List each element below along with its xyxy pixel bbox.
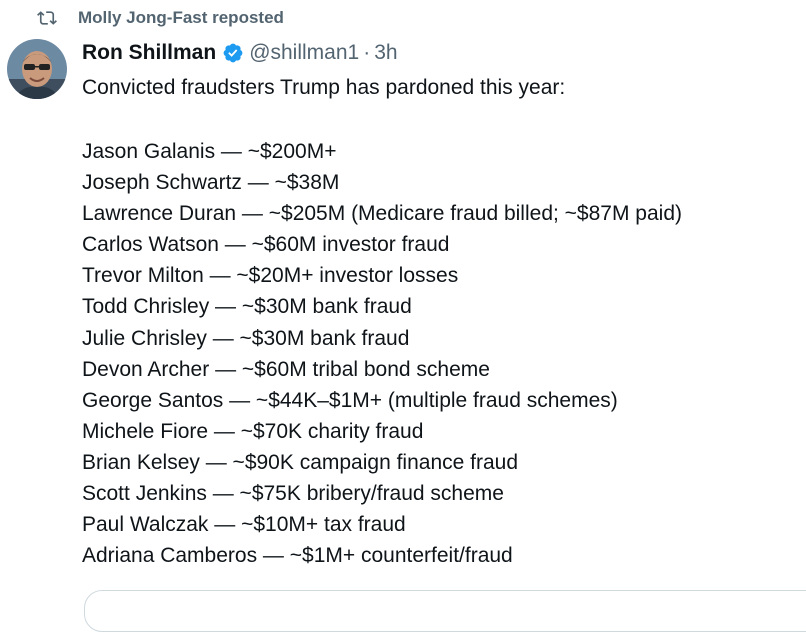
- list-item: Julie Chrisley — ~$30M bank fraud: [82, 326, 410, 350]
- list-item: Devon Archer — ~$60M tribal bond scheme: [82, 357, 490, 381]
- list-item: Adriana Camberos — ~$1M+ counterfeit/fra…: [82, 544, 513, 568]
- timestamp[interactable]: 3h: [374, 41, 397, 65]
- author-handle[interactable]: @shillman1: [249, 41, 359, 65]
- list-item: George Santos — ~$44K–$1M+ (multiple fra…: [82, 388, 618, 412]
- list-item: Michele Fiore — ~$70K charity fraud: [82, 419, 424, 443]
- repost-header[interactable]: Molly Jong-Fast reposted: [37, 6, 284, 30]
- list-item: Paul Walczak — ~$10M+ tax fraud: [82, 513, 406, 537]
- list-item: Scott Jenkins — ~$75K bribery/fraud sche…: [82, 482, 504, 506]
- repost-icon: [37, 11, 57, 25]
- list-item: Trevor Milton — ~$20M+ investor losses: [82, 264, 459, 288]
- separator-dot: ·: [363, 41, 371, 64]
- pardon-list: Jason Galanis — ~$200M+ Joseph Schwartz …: [82, 136, 682, 571]
- list-item: Joseph Schwartz — ~$38M: [82, 171, 340, 195]
- verified-badge-icon[interactable]: [222, 42, 244, 64]
- repost-label: Molly Jong-Fast reposted: [78, 8, 284, 27]
- author-name[interactable]: Ron Shillman: [82, 41, 216, 65]
- avatar[interactable]: [7, 39, 67, 99]
- tweet-text-intro: Convicted fraudsters Trump has pardoned …: [82, 76, 566, 99]
- list-item: Jason Galanis — ~$200M+: [82, 140, 337, 163]
- tweet-header: Ron Shillman @shillman1 · 3h: [82, 38, 398, 68]
- list-item: Brian Kelsey — ~$90K campaign finance fr…: [82, 450, 519, 474]
- embedded-card[interactable]: [84, 590, 806, 632]
- list-item: Todd Chrisley — ~$30M bank fraud: [82, 295, 412, 319]
- list-item: Lawrence Duran — ~$205M (Medicare fraud …: [82, 202, 682, 226]
- list-item: Carlos Watson — ~$60M investor fraud: [82, 233, 450, 257]
- avatar-image: [7, 39, 67, 99]
